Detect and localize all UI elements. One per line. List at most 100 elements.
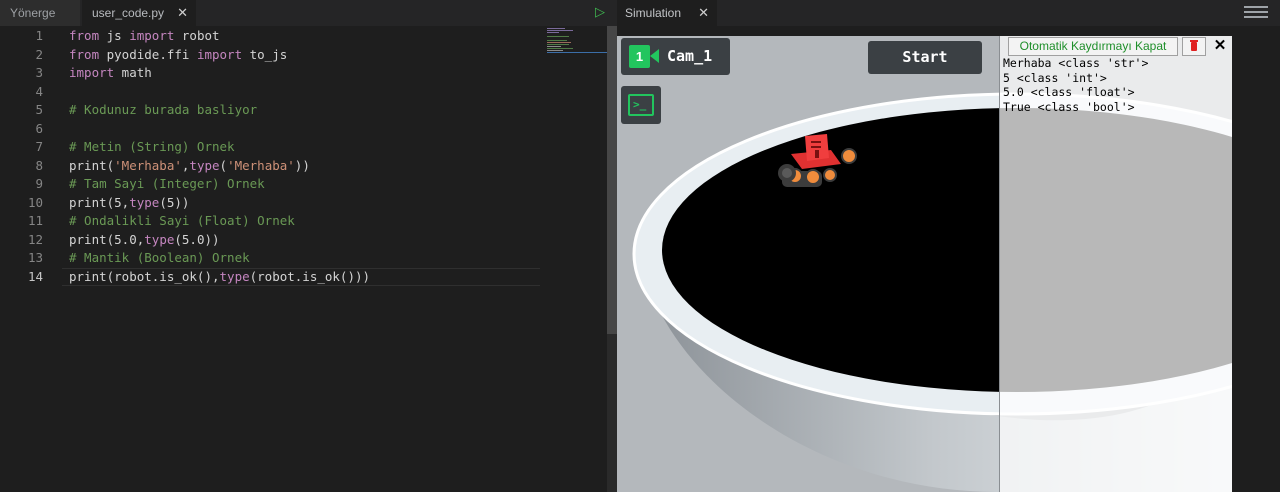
disable-autoscroll-button[interactable]: Otomatik Kaydırmayı Kapat [1008, 37, 1178, 56]
code-token: # Kodunuz burada basliyor [69, 102, 258, 117]
editor-scrollbar-thumb[interactable] [607, 26, 617, 334]
tab-label: Yönerge [10, 6, 56, 20]
code-token: print(5, [69, 194, 130, 210]
camera-label: Cam_1 [667, 47, 713, 65]
code-line[interactable]: 4 [0, 83, 540, 102]
line-number: 12 [27, 231, 43, 247]
code-text: import math [69, 64, 152, 83]
tab-simulation[interactable]: Simulation ✕ [617, 0, 717, 26]
code-token: 'Merhaba' [114, 157, 182, 173]
video-camera-icon: 1 [629, 45, 650, 68]
trash-icon [1191, 42, 1197, 51]
minimap-line [547, 46, 561, 47]
code-token: type [219, 268, 250, 284]
code-token: import [196, 46, 243, 62]
code-line[interactable]: 11 # Ondalikli Sayi (Float) Ornek [0, 212, 540, 231]
code-line[interactable]: 13 # Mantik (Boolean) Ornek [0, 249, 540, 268]
line-number: 8 [35, 157, 43, 173]
code-line[interactable]: 7 # Metin (String) Ornek [0, 138, 540, 157]
terminal-icon: >_ [628, 94, 654, 116]
code-line[interactable]: 1 from js import robot [0, 27, 540, 46]
code-text: print(robot.is_ok(),type(robot.is_ok())) [69, 268, 370, 287]
code-line[interactable]: 3 import math [0, 64, 540, 83]
console-output-line: 5.0 <class 'float'> [1003, 85, 1135, 99]
code-line[interactable]: 8 print('Merhaba',type('Merhaba')) [0, 157, 540, 176]
console-toolbar: Otomatik Kaydırmayı Kapat ✕ [1000, 36, 1233, 58]
code-token: print(robot.is_ok(), [69, 268, 220, 284]
close-icon[interactable]: ✕ [1212, 36, 1228, 56]
minimap-line [547, 32, 559, 33]
code-token: )) [294, 157, 310, 173]
tab-yonerge[interactable]: Yönerge [0, 0, 80, 26]
code-text: # Mantik (Boolean) Ornek [69, 249, 250, 268]
code-token: from [69, 28, 100, 43]
code-token: from [69, 46, 100, 62]
line-number: 7 [35, 139, 43, 154]
code-token: (5)) [159, 194, 190, 210]
line-number: 1 [35, 28, 43, 43]
editor-tab-bar: Yönerge user_code.py ✕ ▷ [0, 0, 617, 26]
minimap-line [547, 36, 569, 37]
minimap-line [547, 48, 573, 49]
code-area[interactable]: 1 from js import robot 2 from pyodide.ffi i… [0, 26, 606, 492]
code-text: print(5,type(5)) [69, 194, 189, 213]
code-text: # Kodunuz burada basliyor [69, 101, 257, 120]
clear-console-button[interactable] [1182, 37, 1206, 56]
code-line[interactable]: 5 # Kodunuz burada basliyor [0, 101, 540, 120]
code-line[interactable]: 2 from pyodide.ffi import to_js [0, 46, 540, 65]
line-number: 4 [35, 83, 43, 99]
minimap-line [547, 44, 569, 45]
code-token: robot [174, 28, 220, 43]
close-icon[interactable]: ✕ [698, 0, 709, 26]
code-token: # Ondalikli Sayi (Float) Ornek [69, 213, 295, 228]
code-token: print( [69, 157, 115, 173]
code-token: ( [219, 157, 228, 173]
camera-number: 1 [635, 49, 644, 64]
console-output-line: 5 <class 'int'> [1003, 70, 1107, 85]
code-token: # Tam Sayi (Integer) Ornek [69, 176, 265, 191]
start-button[interactable]: Start [868, 41, 982, 74]
console-output-line: True <class 'bool'> [1003, 99, 1135, 114]
minimap-line [547, 42, 571, 43]
code-text: print(5.0,type(5.0)) [69, 231, 220, 250]
code-line[interactable]: 9 # Tam Sayi (Integer) Ornek [0, 175, 540, 194]
code-token: # Metin (String) Ornek [69, 139, 235, 154]
code-text: # Ondalikli Sayi (Float) Ornek [69, 212, 295, 231]
code-line[interactable]: 6 [0, 120, 540, 139]
camera-button[interactable]: 1 Cam_1 [621, 38, 730, 75]
code-token: (robot.is_ok())) [249, 268, 371, 284]
line-number: 5 [35, 102, 43, 117]
code-token: print(5.0, [69, 231, 145, 247]
minimap-line [547, 50, 563, 51]
code-token: # Mantik (Boolean) Ornek [69, 250, 250, 265]
line-number: 11 [27, 213, 43, 228]
code-token: pyodide.ffi [99, 46, 197, 62]
code-line[interactable]: 14 print(robot.is_ok(),type(robot.is_ok()… [0, 268, 540, 287]
close-icon[interactable]: ✕ [177, 0, 188, 26]
simulation-tab-bar: Simulation ✕ [617, 0, 1280, 26]
side-strip [1232, 36, 1280, 492]
code-token: 'Merhaba' [227, 157, 295, 173]
code-line[interactable]: 10 print(5,type(5)) [0, 194, 540, 213]
console-output-line: Merhaba <class 'str'> [1003, 56, 1149, 70]
line-number: 2 [35, 46, 43, 62]
line-number: 6 [35, 120, 43, 136]
minimap-line [547, 30, 573, 31]
code-text: # Metin (String) Ornek [69, 138, 235, 157]
tab-label: Simulation [625, 6, 682, 20]
code-token: type [144, 231, 175, 247]
code-token: math [114, 65, 152, 80]
console-panel: Otomatik Kaydırmayı Kapat ✕ Merhaba <cla… [999, 36, 1232, 492]
list-icon[interactable] [1244, 5, 1268, 21]
code-line[interactable]: 12 print(5.0,type(5.0)) [0, 231, 540, 250]
tab-user-code[interactable]: user_code.py ✕ [82, 0, 196, 26]
app-window: Yönerge user_code.py ✕ ▷ 1 from js import… [0, 0, 1280, 492]
minimap-line [547, 52, 607, 53]
code-token: js [99, 28, 130, 43]
terminal-button[interactable]: >_ [621, 86, 661, 124]
minimap[interactable] [547, 26, 607, 56]
code-text: print('Merhaba',type('Merhaba')) [69, 157, 310, 176]
play-icon[interactable]: ▷ [593, 4, 607, 20]
line-number: 13 [27, 250, 43, 265]
code-text: from js import robot [69, 27, 220, 46]
